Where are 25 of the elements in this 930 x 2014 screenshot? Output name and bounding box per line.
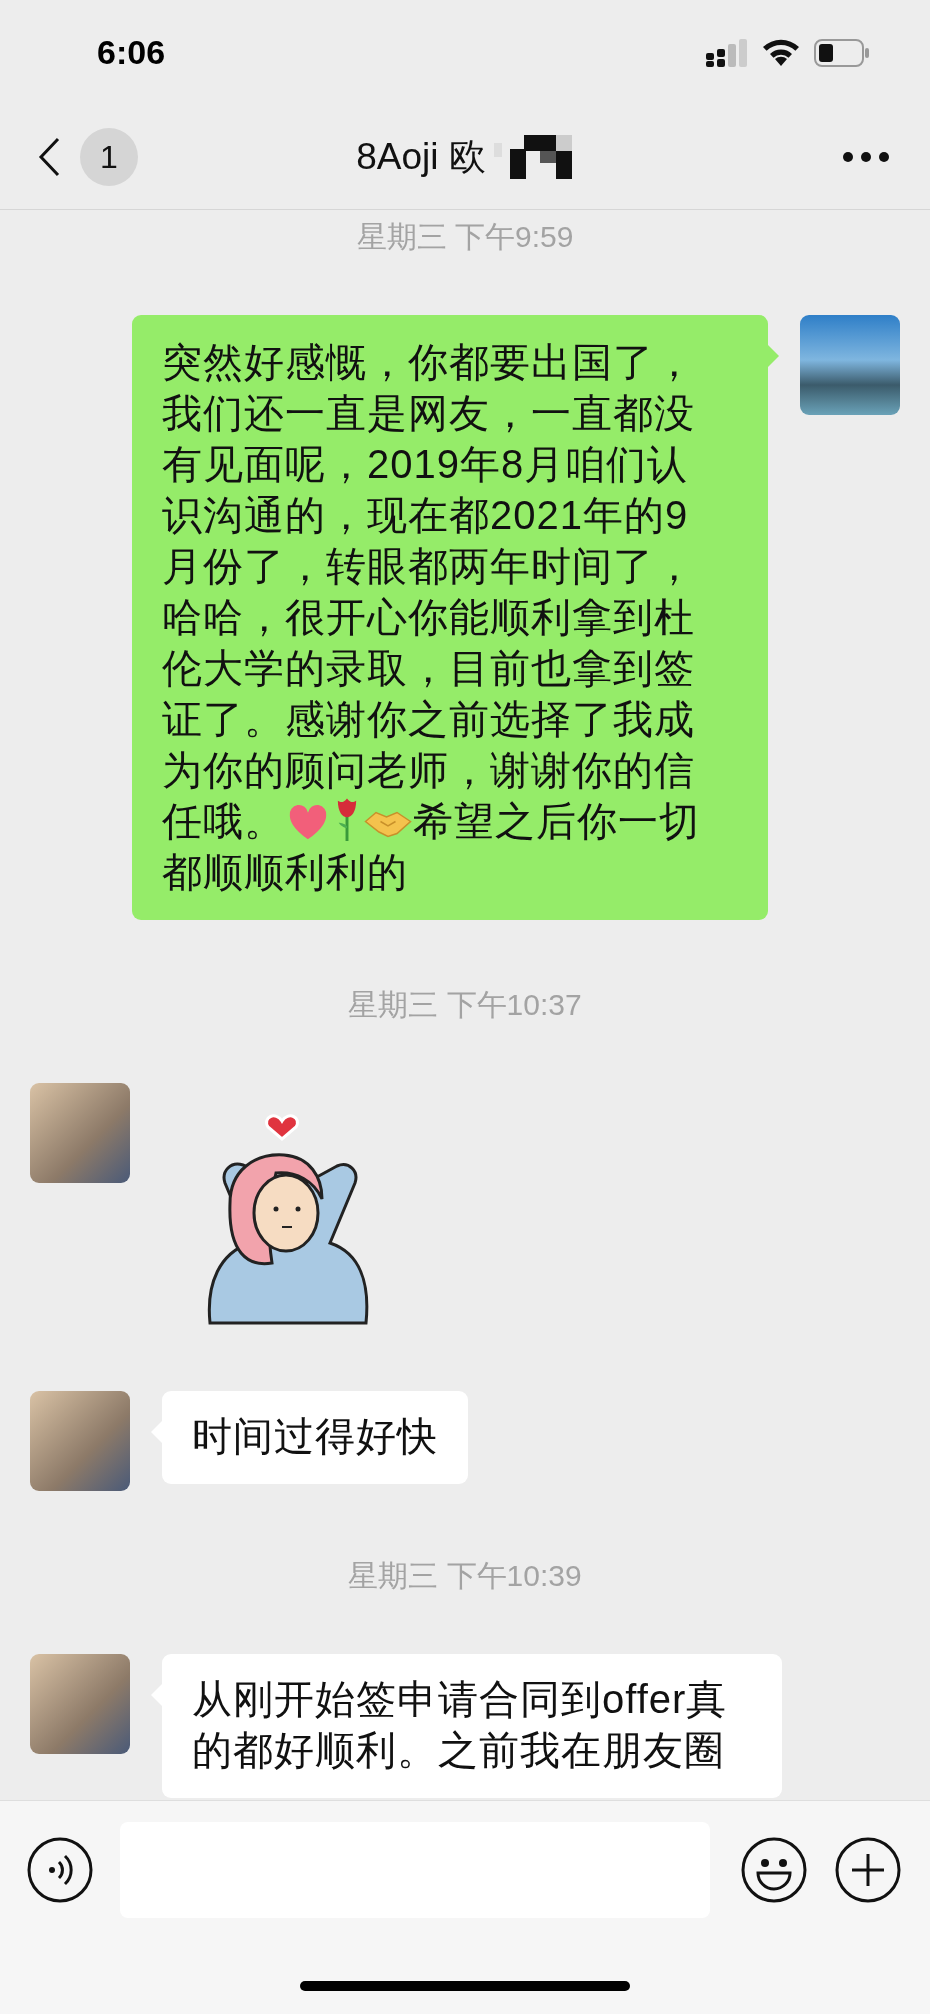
timestamp: 星期三 下午10:39	[347, 1558, 583, 1594]
unread-count-badge: 1	[80, 128, 138, 186]
chat-title: 8Aoji 欧	[356, 135, 486, 179]
battery-icon	[814, 38, 870, 67]
message-text: 希望之后你一切	[413, 799, 700, 843]
avatar-photo[interactable]	[30, 1654, 130, 1754]
status-time: 6:06	[97, 33, 166, 72]
voice-input-icon[interactable]	[26, 1836, 94, 1904]
message-text: 任哦。	[162, 799, 285, 843]
emoji-smiley-icon[interactable]	[740, 1836, 808, 1904]
add-plus-icon[interactable]	[834, 1836, 902, 1904]
avatar-photo[interactable]	[30, 1391, 130, 1491]
message-text: 从刚开始签申请合同到offer真的都好顺利。之前我在朋友圈	[192, 1677, 728, 1772]
timestamp: 星期三 下午10:37	[347, 987, 583, 1023]
timestamp: 星期三 下午9:59	[355, 219, 575, 255]
back-button[interactable]: 1	[38, 128, 138, 186]
cellular-signal-icon	[706, 38, 748, 67]
message-text: 时间过得好快	[192, 1414, 438, 1458]
chevron-left-icon	[38, 137, 60, 177]
wifi-icon	[762, 38, 800, 67]
avatar-photo[interactable]	[800, 315, 900, 415]
more-options-icon[interactable]	[842, 151, 890, 163]
message-text: 突然好感慨，你都要出国了，我们还一直是网友，一直都没有见面呢，2019年8月咱们认识沟通的，现在都2021年的9月份了，转眼都两年时间了，哈哈，很开心你能顺利拿到杜伦大学的录取，目前也拿到签证了。感谢你之前选择了我成为你的顾问老师，谢谢你的信	[162, 340, 695, 792]
message-text: 都顺顺利利的	[162, 850, 408, 894]
avatar-photo[interactable]	[30, 1083, 130, 1183]
